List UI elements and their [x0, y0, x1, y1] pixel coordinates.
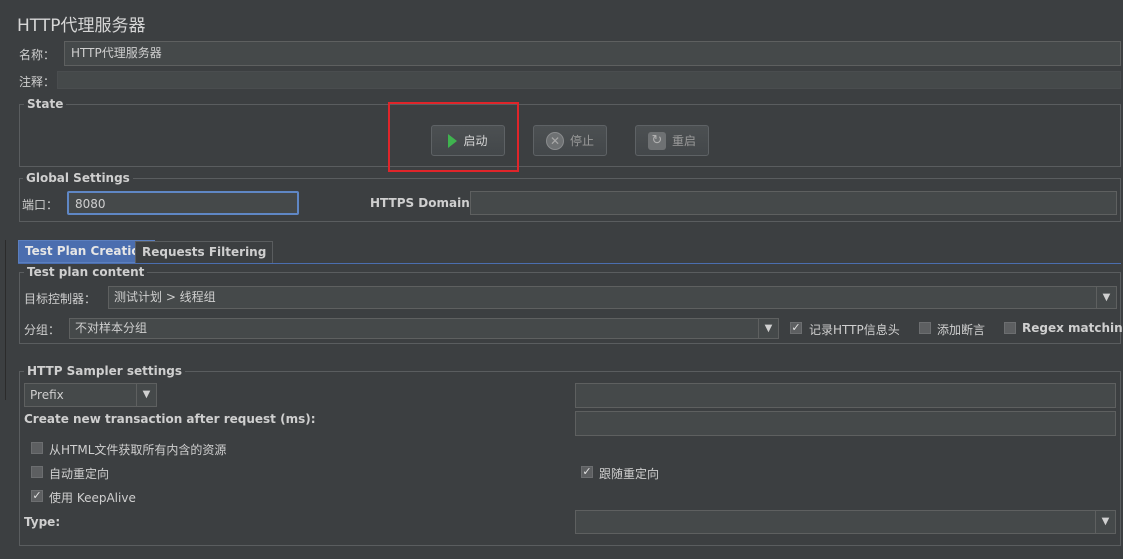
transaction-label: Create new transaction after request (ms…	[24, 412, 316, 426]
target-controller-value: 测试计划 > 线程组	[114, 290, 216, 304]
grouping-label: 分组：	[24, 323, 61, 337]
tab-underline	[18, 263, 1121, 264]
grouping-value: 不对样本分组	[75, 321, 148, 335]
chevron-down-icon[interactable]: ▼	[1096, 287, 1116, 308]
highlight-box	[388, 102, 519, 172]
record-headers-checkbox[interactable]: ✓	[790, 322, 802, 334]
splitter-handle[interactable]	[0, 240, 6, 400]
retrieve-resources-label: 从HTML文件获取所有内含的资源	[49, 443, 227, 457]
comment-field[interactable]	[57, 71, 1121, 89]
prefix-select[interactable]: Prefix ▼	[24, 383, 157, 407]
add-assertions-label: 添加断言	[937, 323, 986, 337]
auto-redirect-checkbox[interactable]	[31, 466, 43, 478]
name-label: 名称：	[19, 48, 56, 62]
transaction-field[interactable]	[575, 411, 1116, 436]
keepalive-label: 使用 KeepAlive	[49, 491, 136, 505]
target-controller-select[interactable]: 测试计划 > 线程组 ▼	[108, 286, 1117, 309]
prefix-value: Prefix	[30, 388, 64, 402]
grouping-select[interactable]: 不对样本分组 ▼	[69, 318, 779, 339]
https-domains-field[interactable]	[470, 191, 1117, 215]
add-assertions-checkbox[interactable]	[919, 322, 931, 334]
global-settings-legend: Global Settings	[23, 171, 133, 185]
chevron-down-icon[interactable]: ▼	[136, 384, 156, 406]
retrieve-resources-checkbox[interactable]	[31, 442, 43, 454]
name-field[interactable]: HTTP代理服务器	[64, 41, 1121, 66]
stop-icon: ✕	[545, 131, 564, 150]
page-title: HTTP代理服务器	[17, 16, 146, 36]
restart-button[interactable]: ↻ 重启	[635, 125, 709, 156]
tab-requests-filtering[interactable]: Requests Filtering	[135, 241, 274, 263]
test-plan-legend: Test plan content	[24, 265, 148, 279]
regex-matching-checkbox[interactable]	[1004, 322, 1016, 334]
state-legend: State	[24, 97, 67, 111]
port-label: 端口：	[22, 198, 59, 212]
follow-redirects-checkbox[interactable]: ✓	[581, 466, 593, 478]
sampler-legend: HTTP Sampler settings	[24, 364, 185, 378]
keepalive-checkbox[interactable]: ✓	[31, 490, 43, 502]
stop-button-label: 停止	[569, 134, 594, 148]
restart-icon: ↻	[647, 131, 666, 150]
follow-redirects-label: 跟随重定向	[599, 467, 660, 481]
auto-redirect-label: 自动重定向	[49, 467, 110, 481]
prefix-text-field[interactable]	[575, 383, 1116, 408]
comment-label: 注释：	[19, 75, 56, 89]
restart-button-label: 重启	[671, 134, 696, 148]
type-select[interactable]: ▼	[575, 510, 1116, 534]
stop-button[interactable]: ✕ 停止	[533, 125, 607, 156]
type-value	[576, 511, 1095, 533]
chevron-down-icon[interactable]: ▼	[1095, 511, 1115, 533]
regex-matching-label: Regex matching	[1022, 321, 1123, 335]
port-field[interactable]: 8080	[67, 191, 299, 215]
https-domains-label: HTTPS Domains:	[370, 196, 482, 210]
record-headers-label: 记录HTTP信息头	[809, 323, 900, 337]
type-label: Type:	[24, 515, 61, 529]
chevron-down-icon[interactable]: ▼	[758, 319, 778, 338]
target-controller-label: 目标控制器：	[24, 292, 97, 306]
